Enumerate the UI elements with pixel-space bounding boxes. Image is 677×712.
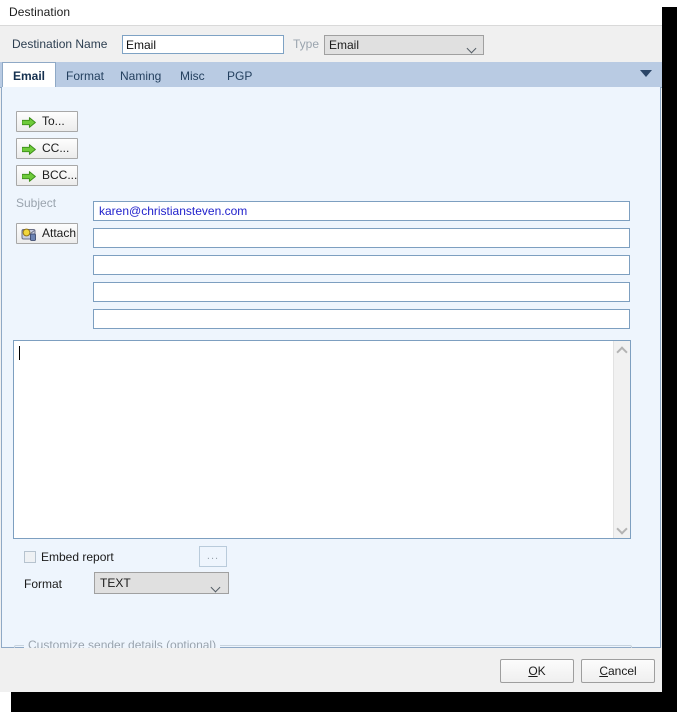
attach-input[interactable] [93,309,630,329]
tab-format[interactable]: Format [56,65,114,87]
message-body-textarea[interactable] [13,340,631,539]
ok-button[interactable]: OK [500,659,574,683]
cancel-accel: C [599,664,608,678]
green-arrow-icon [22,144,36,155]
destination-name-label: Destination Name [12,37,108,51]
to-button-label: To... [42,114,65,128]
attach-button[interactable]: Attach [16,223,78,244]
to-button[interactable]: To... [16,111,78,132]
cc-button-label: CC... [42,141,70,155]
page-title: Destination [9,5,71,19]
format-dropdown[interactable]: TEXT [94,572,229,594]
bcc-button-label: BCC... [42,168,78,182]
destination-dialog: Destination Destination Name Type Email … [0,0,662,692]
cc-button[interactable]: CC... [16,138,78,159]
tab-pgp[interactable]: PGP [217,65,262,87]
email-tab-panel: To... karen@christiansteven.com CC... BC… [1,87,661,692]
text-caret [19,346,20,360]
checkbox-box-icon [24,551,36,563]
green-arrow-icon [22,117,36,128]
scroll-up-icon[interactable] [617,347,627,355]
tab-overflow-button[interactable] [640,70,652,78]
cancel-button[interactable]: Cancel [581,659,655,683]
attach-button-label: Attach [42,226,77,240]
format-dropdown-value: TEXT [100,576,131,590]
cc-input[interactable] [93,228,630,248]
window-shadow-notch-top [660,0,677,7]
bcc-input[interactable] [93,255,630,275]
subject-input[interactable] [93,282,630,302]
ok-accel: O [528,664,538,678]
chevron-down-icon [212,578,221,598]
embed-report-label: Embed report [41,550,114,564]
format-label: Format [24,577,63,591]
tab-naming[interactable]: Naming [110,65,171,87]
type-label: Type [293,37,320,51]
window-shadow-notch-bottom [0,689,11,712]
tab-strip: Email Format Naming Misc PGP [0,62,662,88]
scroll-down-icon[interactable] [617,524,627,532]
dialog-footer: OK Cancel [0,648,662,692]
tab-misc[interactable]: Misc [170,65,215,87]
green-arrow-icon [22,171,36,182]
destination-name-input[interactable]: Email [122,35,284,54]
type-dropdown[interactable]: Email [324,35,484,55]
attachment-icon [21,228,36,241]
bcc-button[interactable]: BCC... [16,165,78,186]
window-shadow-right [660,6,677,706]
ok-rest: K [537,664,546,678]
triangle-down-icon [640,70,652,77]
subject-label: Subject [16,196,57,210]
window-shadow-bottom [10,689,677,712]
tab-email[interactable]: Email [2,62,57,87]
dialog-title-bar: Destination [0,0,662,26]
body-scrollbar[interactable] [613,341,630,538]
to-input[interactable]: karen@christiansteven.com [93,201,630,221]
embed-browse-button[interactable]: ... [199,546,227,567]
chevron-down-icon [468,40,477,58]
cancel-rest: ancel [607,664,637,678]
type-dropdown-value: Email [329,38,360,52]
screenshot-root: Destination Destination Name Type Email … [0,0,677,712]
